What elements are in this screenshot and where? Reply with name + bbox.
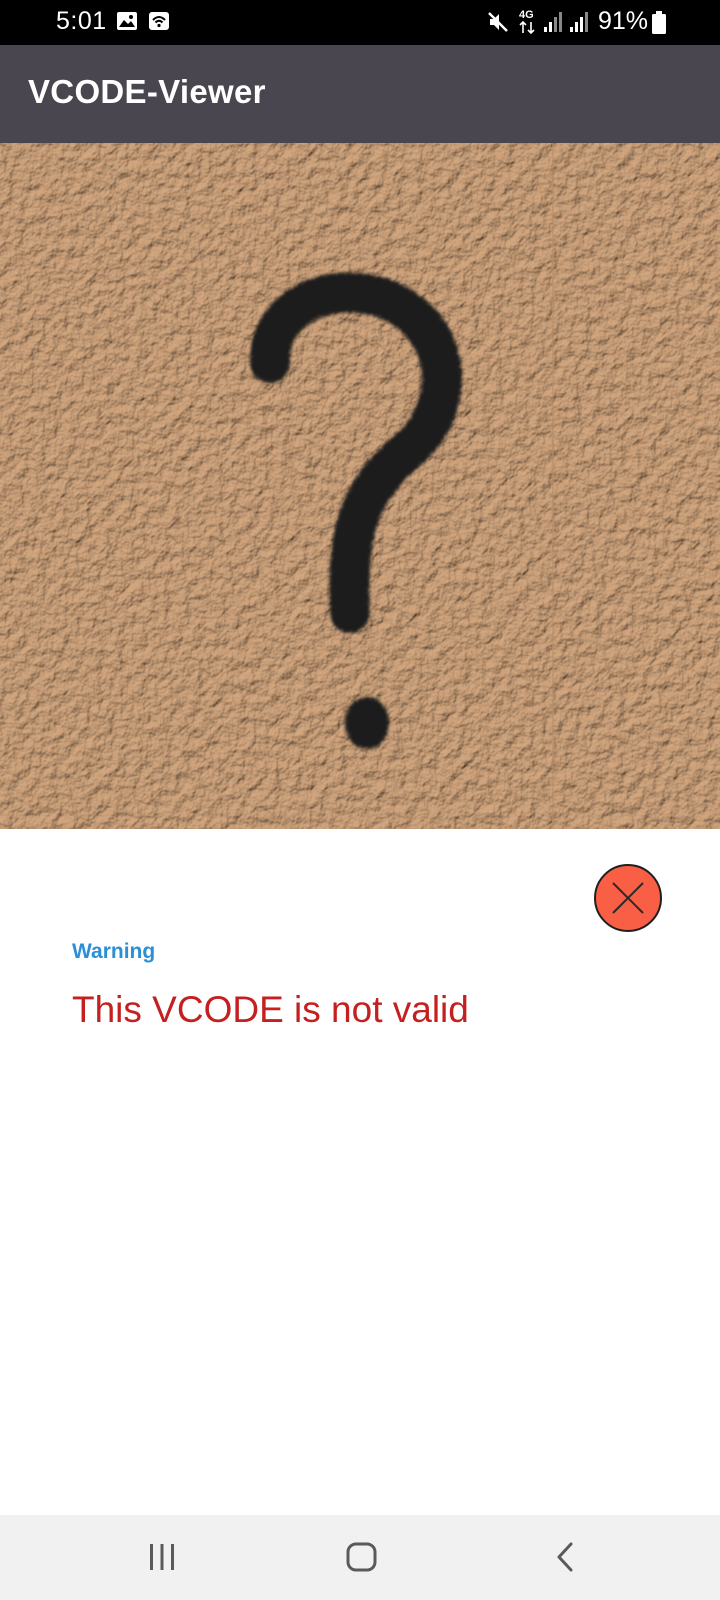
close-button[interactable] xyxy=(594,864,662,932)
status-bar: 5:01 4G 91% xyxy=(0,0,720,45)
validation-result-panel: Warning This VCODE is not valid xyxy=(0,829,720,1515)
mute-icon xyxy=(486,10,510,39)
home-icon xyxy=(342,1542,382,1581)
warning-label: Warning xyxy=(72,940,156,963)
battery-percent: 91% xyxy=(598,7,649,35)
data-arrows-icon: 4G xyxy=(517,9,539,35)
signal-icon xyxy=(569,10,591,39)
home-button[interactable] xyxy=(342,1537,382,1577)
navigation-bar xyxy=(0,1515,720,1600)
wifi-calling-icon xyxy=(148,10,170,37)
error-message: This VCODE is not valid xyxy=(72,989,469,1030)
screen: 5:01 4G 91% VCODE-Viewer Warning This VC… xyxy=(0,0,720,1600)
network-type: 4G xyxy=(519,9,534,21)
status-time: 5:01 xyxy=(56,7,107,35)
app-title: VCODE-Viewer xyxy=(28,73,266,110)
recents-button[interactable] xyxy=(142,1537,182,1577)
app-bar: VCODE-Viewer xyxy=(0,45,720,143)
battery-icon xyxy=(651,11,667,40)
back-icon xyxy=(546,1542,586,1581)
question-mark-image xyxy=(0,143,720,829)
signal-icon xyxy=(543,10,565,39)
back-button[interactable] xyxy=(546,1537,586,1577)
gallery-icon xyxy=(116,10,138,37)
recents-icon xyxy=(142,1544,182,1581)
